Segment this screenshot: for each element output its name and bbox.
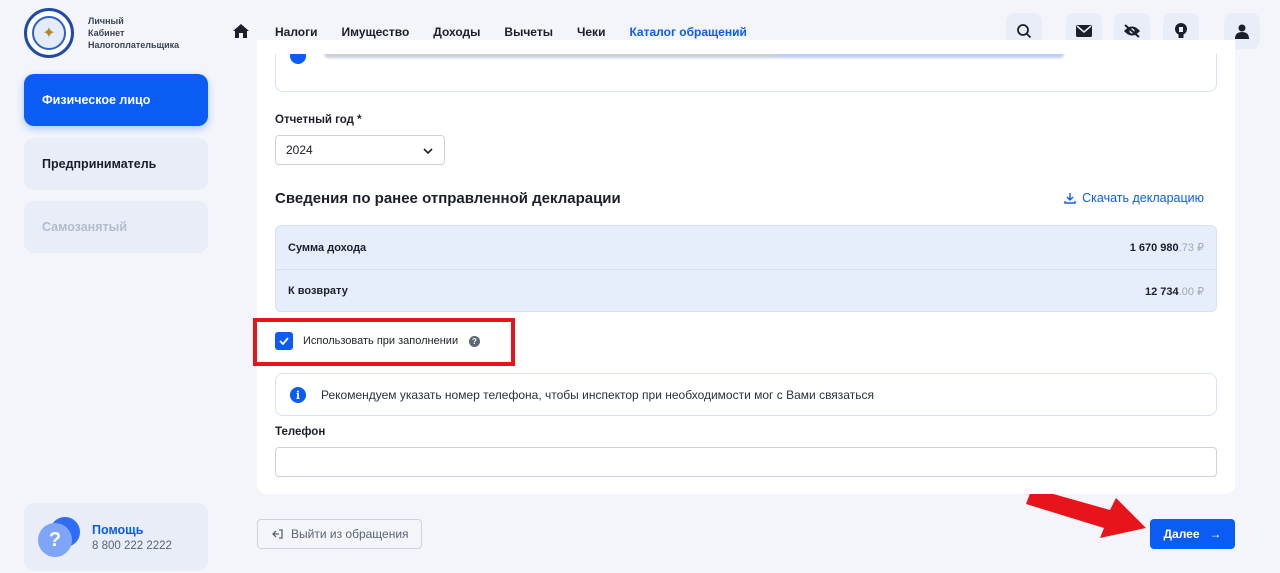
download-declaration-link[interactable]: Скачать декларацию [1064, 191, 1204, 205]
phone-input[interactable] [275, 447, 1217, 477]
use-in-filling-checkbox[interactable] [275, 332, 293, 350]
year-select[interactable]: 2024 [275, 135, 445, 165]
exit-request-button[interactable]: Выйти из обращения [257, 519, 422, 549]
info-icon [290, 54, 306, 64]
declaration-summary-table: Сумма дохода 1 670 980.73 ₽ К возврату 1… [275, 225, 1217, 312]
exit-label: Выйти из обращения [291, 527, 409, 541]
row-value: 12 734.00 ₽ [1144, 285, 1204, 298]
exit-icon [272, 529, 283, 539]
lightbulb-icon [1175, 23, 1187, 38]
phone-label: Телефон [275, 426, 326, 438]
year-value: 2024 [286, 143, 313, 157]
user-icon [1235, 24, 1249, 39]
info-text: Рекомендуем указать номер телефона, чтоб… [321, 388, 874, 402]
sidebar-item-self-employed: Самозанятый [24, 201, 208, 253]
row-value: 1 670 980.73 ₽ [1129, 242, 1204, 254]
emblem-icon: ✦ [24, 8, 74, 58]
table-row: К возврату 12 734.00 ₽ [276, 269, 1216, 312]
search-icon [1017, 24, 1032, 39]
download-icon [1064, 193, 1076, 204]
chevron-down-icon [423, 148, 433, 155]
year-label: Отчетный год * [275, 114, 362, 126]
help-icon: ? [38, 517, 82, 557]
download-label: Скачать декларацию [1082, 191, 1204, 205]
info-icon: i [290, 387, 306, 403]
row-label: Сумма дохода [288, 241, 367, 254]
info-banner-top [275, 54, 1217, 92]
red-arrow-annotation [1026, 494, 1146, 538]
eye-off-icon [1124, 24, 1140, 38]
row-label: К возврату [288, 285, 348, 297]
help-phone: 8 800 222 2222 [92, 539, 172, 552]
form-card: Отчетный год * 2024 Сведения по ранее от… [253, 40, 1235, 494]
next-label: Далее [1163, 527, 1200, 541]
checkbox-label[interactable]: Использовать при заполнении [303, 335, 458, 347]
phone-info-banner: i Рекомендуем указать номер телефона, чт… [275, 373, 1217, 416]
table-row: Сумма дохода 1 670 980.73 ₽ [276, 226, 1216, 269]
section-title: Сведения по ранее отправленной деклараци… [275, 190, 621, 207]
sidebar-item-individual[interactable]: Физическое лицо [24, 74, 208, 126]
checkmark-icon [279, 337, 289, 345]
home-icon[interactable] [232, 22, 252, 42]
help-title: Помощь [92, 522, 144, 537]
logo-line-3: Налогоплательщика [88, 40, 180, 50]
mail-icon [1076, 25, 1092, 37]
next-button[interactable]: Далее → [1150, 519, 1235, 549]
arrow-right-icon: → [1209, 527, 1222, 541]
question-icon[interactable]: ? [469, 336, 480, 347]
sidebar-item-entrepreneur[interactable]: Предприниматель [24, 138, 208, 190]
logo-line-1: Личный [88, 16, 124, 26]
sidebar: ✦ Личный Кабинет Налогоплательщика Физич… [0, 0, 232, 573]
logo[interactable]: ✦ Личный Кабинет Налогоплательщика [24, 8, 179, 58]
logo-line-2: Кабинет [88, 28, 125, 38]
help-card[interactable]: ? Помощь 8 800 222 2222 [24, 503, 208, 571]
